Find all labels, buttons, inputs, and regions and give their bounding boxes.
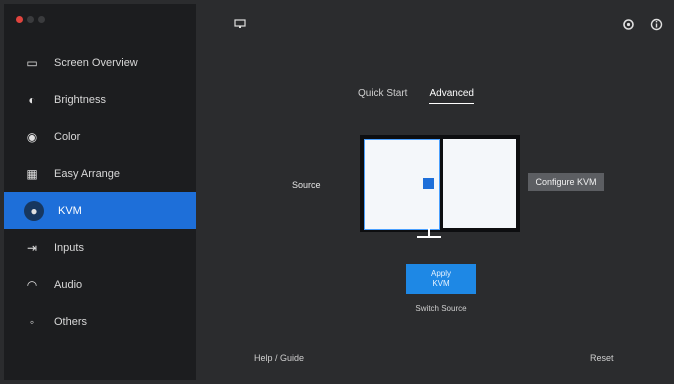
sidebar-item-label: Screen Overview <box>54 56 138 69</box>
sidebar-item-screen-overview[interactable]: ▭ Screen Overview <box>4 44 196 81</box>
color-icon: ◉ <box>26 129 38 144</box>
sidebar-item-label: Audio <box>54 278 83 291</box>
sidebar-item-label: Inputs <box>54 241 84 254</box>
sidebar-nav: ▭ Screen Overview ◐ Brightness ◉ Color ▦… <box>4 44 196 340</box>
sidebar-item-audio[interactable]: ◠ Audio <box>4 266 196 303</box>
sidebar-item-brightness[interactable]: ◐ Brightness <box>4 81 196 118</box>
sidebar: ▭ Screen Overview ◐ Brightness ◉ Color ▦… <box>4 4 196 380</box>
display-icon: ▭ <box>26 55 38 70</box>
sidebar-item-label: Easy Arrange <box>54 167 121 180</box>
tab-quick-start[interactable]: Quick Start <box>358 88 407 104</box>
app-window: ▭ Screen Overview ◐ Brightness ◉ Color ▦… <box>0 0 674 384</box>
sidebar-item-label: KVM <box>58 204 82 217</box>
stand-neck <box>428 228 430 236</box>
apply-line-2: KVM <box>432 279 450 288</box>
reset-link[interactable]: Reset <box>590 353 614 363</box>
main-panel: Quick Start Advanced Source Configure KV… <box>196 4 670 380</box>
stand-base <box>417 236 441 238</box>
close-window-button[interactable] <box>16 16 23 23</box>
layout-icon: ▦ <box>26 166 38 181</box>
kvm-icon: ● <box>24 200 44 221</box>
apply-line-1: Apply <box>430 269 451 278</box>
source-label: Source <box>292 180 321 190</box>
sidebar-item-inputs[interactable]: ⇥ Inputs <box>4 229 196 266</box>
apply-caption: Switch Source <box>415 304 467 313</box>
sidebar-item-label: Color <box>54 130 81 143</box>
inputs-icon: ⇥ <box>26 240 38 255</box>
window-controls <box>16 16 45 23</box>
pointer-indicator <box>423 178 434 189</box>
monitor-preview <box>360 135 520 232</box>
sidebar-item-easy-arrange[interactable]: ▦ Easy Arrange <box>4 155 196 192</box>
configure-kvm-button[interactable]: Configure KVM <box>528 173 604 191</box>
sidebar-item-color[interactable]: ◉ Color <box>4 118 196 155</box>
audio-icon: ◠ <box>26 277 38 292</box>
help-link[interactable]: Help / Guide <box>254 353 304 363</box>
others-icon: ◦ <box>29 314 35 329</box>
apply-kvm-button[interactable]: Apply KVM <box>406 264 476 294</box>
sidebar-item-label: Brightness <box>54 93 106 106</box>
minimize-window-button[interactable] <box>27 16 34 23</box>
info-icon[interactable] <box>648 16 664 32</box>
tab-advanced[interactable]: Advanced <box>429 88 474 104</box>
settings-icon[interactable] <box>620 16 636 32</box>
screen-left[interactable] <box>364 139 440 230</box>
brightness-icon: ◐ <box>28 92 36 107</box>
sidebar-item-others[interactable]: ◦ Others <box>4 303 196 340</box>
maximize-window-button[interactable] <box>38 16 45 23</box>
monitor-small-icon <box>232 16 248 32</box>
tab-bar: Quick Start Advanced <box>358 88 474 104</box>
screen-right[interactable] <box>442 139 516 228</box>
sidebar-item-kvm[interactable]: ● KVM <box>4 192 196 229</box>
sidebar-item-label: Others <box>54 315 88 328</box>
monitor-stand <box>417 228 441 240</box>
